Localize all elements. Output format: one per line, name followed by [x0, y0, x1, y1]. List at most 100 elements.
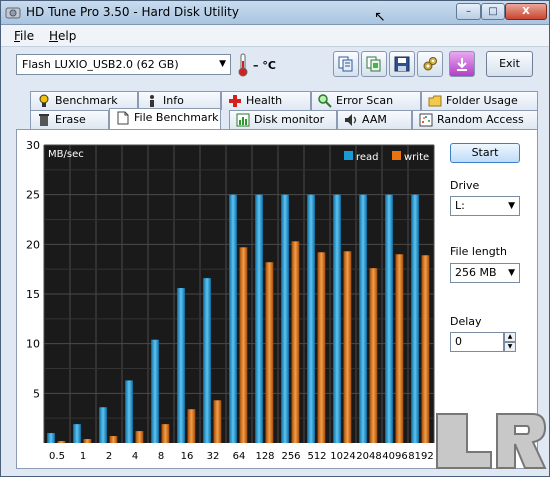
menu-file[interactable]: File	[14, 29, 34, 43]
menu-bar: File Help	[1, 25, 549, 47]
bar-read	[385, 194, 393, 443]
y-tick-label: 15	[26, 288, 40, 301]
tab-file-benchmark[interactable]: File Benchmark	[109, 108, 221, 129]
delay-increment-button[interactable]: ▲	[504, 332, 516, 342]
bar-read	[177, 288, 185, 443]
aam-icon	[345, 114, 357, 126]
save-button[interactable]	[389, 51, 415, 77]
tab-folder-usage-label: Folder Usage	[446, 94, 518, 107]
minimize-button[interactable]: –	[456, 3, 481, 20]
drive-dropdown[interactable]: L: ▼	[450, 196, 520, 216]
x-tick-label: 4	[132, 451, 138, 462]
bar-write	[109, 436, 118, 443]
x-tick-label: 512	[307, 451, 326, 462]
health-icon	[229, 95, 241, 107]
bar-read	[333, 194, 341, 443]
y-tick-label: 30	[26, 139, 40, 152]
tab-disk-monitor-label: Disk monitor	[254, 113, 325, 126]
copy-screen-icon	[366, 56, 381, 72]
tab-erase-label: Erase	[55, 113, 86, 126]
tab-health[interactable]: Health	[221, 91, 311, 110]
bar-write	[161, 424, 170, 443]
bar-write	[239, 247, 248, 443]
legend-label-read: read	[356, 152, 379, 163]
tab-folder-usage[interactable]: Folder Usage	[421, 91, 538, 110]
options-button[interactable]	[417, 51, 443, 77]
tab-disk-monitor[interactable]: Disk monitor	[229, 110, 337, 129]
download-icon	[457, 58, 467, 71]
bar-write	[369, 268, 378, 443]
x-tick-label: 64	[233, 451, 246, 462]
maximize-button[interactable]: □	[481, 3, 505, 20]
chevron-down-icon: ▼	[508, 201, 515, 211]
tab-aam[interactable]: AAM	[337, 110, 412, 129]
bar-read	[411, 194, 419, 443]
tab-info-label: Info	[163, 94, 184, 107]
x-tick-label: 1	[80, 451, 86, 462]
tab-aam-label: AAM	[362, 113, 387, 126]
app-icon	[5, 7, 21, 19]
legend-swatch-read	[344, 151, 353, 160]
benchmark-icon	[39, 94, 49, 107]
close-button[interactable]: X	[505, 3, 547, 20]
delay-input[interactable]: 0	[450, 332, 504, 352]
tab-error-scan[interactable]: Error Scan	[311, 91, 421, 110]
info-icon	[150, 95, 154, 107]
benchmark-chart: 5 10 15 20 25 30 MB/sec 0.5 1 2 4 8 16 32 64 128 256 512 1…	[26, 139, 435, 462]
erase-icon	[39, 114, 49, 126]
chevron-down-icon: ▼	[219, 59, 226, 69]
app-window: HD Tune Pro 3.50 - Hard Disk Utility ↖ –…	[0, 0, 550, 477]
menu-help-label: elp	[58, 29, 77, 43]
x-tick-label: 8	[158, 451, 164, 462]
menu-help[interactable]: Help	[49, 29, 76, 43]
x-tick-label: 8192	[408, 451, 433, 462]
legend-label-write: write	[404, 152, 429, 163]
x-tick-label: 2	[106, 451, 112, 462]
bar-write	[187, 409, 196, 443]
menu-help-mnemonic: H	[49, 29, 59, 43]
temperature-readout: – °C	[253, 59, 276, 72]
file-benchmark-icon	[117, 111, 129, 125]
tab-random-access[interactable]: Random Access	[412, 110, 538, 129]
tab-error-scan-label: Error Scan	[336, 94, 394, 107]
file-length-label: File length	[450, 245, 507, 258]
window-title: HD Tune Pro 3.50 - Hard Disk Utility	[26, 5, 239, 19]
chevron-down-icon: ▼	[508, 268, 515, 278]
bar-read	[73, 424, 81, 443]
bar-read	[203, 278, 211, 443]
y-tick-label: 20	[26, 238, 40, 251]
bar-read	[229, 194, 237, 443]
bar-read	[255, 194, 263, 443]
x-tick-label: 4096	[382, 451, 407, 462]
folder-icon	[428, 95, 442, 107]
copy-info-button[interactable]	[333, 51, 359, 77]
download-button[interactable]	[449, 51, 475, 77]
tab-benchmark-label: Benchmark	[55, 94, 118, 107]
title-bar[interactable]: HD Tune Pro 3.50 - Hard Disk Utility ↖ –…	[1, 1, 549, 25]
tab-health-label: Health	[246, 94, 283, 107]
x-tick-label: 16	[181, 451, 194, 462]
delay-decrement-button[interactable]: ▼	[504, 342, 516, 352]
bar-read	[307, 194, 315, 443]
bar-read	[281, 194, 289, 443]
y-tick-label: 10	[26, 338, 40, 351]
error-scan-icon	[318, 94, 332, 108]
bar-write	[213, 400, 222, 443]
bar-write	[291, 241, 300, 443]
menu-file-label: ile	[20, 29, 35, 43]
exit-button[interactable]: Exit	[486, 51, 533, 77]
tab-erase[interactable]: Erase	[30, 110, 109, 129]
x-tick-label: 2048	[356, 451, 381, 462]
bar-write	[317, 252, 326, 443]
file-length-dropdown[interactable]: 256 MB ▼	[450, 263, 520, 283]
start-button[interactable]: Start	[450, 143, 520, 163]
bar-read	[125, 380, 133, 443]
disk-monitor-icon	[236, 113, 250, 127]
bar-write	[421, 255, 430, 443]
delay-label: Delay	[450, 315, 482, 328]
drive-label: Drive	[450, 179, 480, 192]
drive-selector[interactable]: Flash LUXIO_USB2.0 (62 GB) ▼	[16, 54, 231, 75]
copy-screen-button[interactable]	[361, 51, 387, 77]
legend-swatch-write	[392, 151, 401, 160]
bar-write	[83, 439, 92, 443]
